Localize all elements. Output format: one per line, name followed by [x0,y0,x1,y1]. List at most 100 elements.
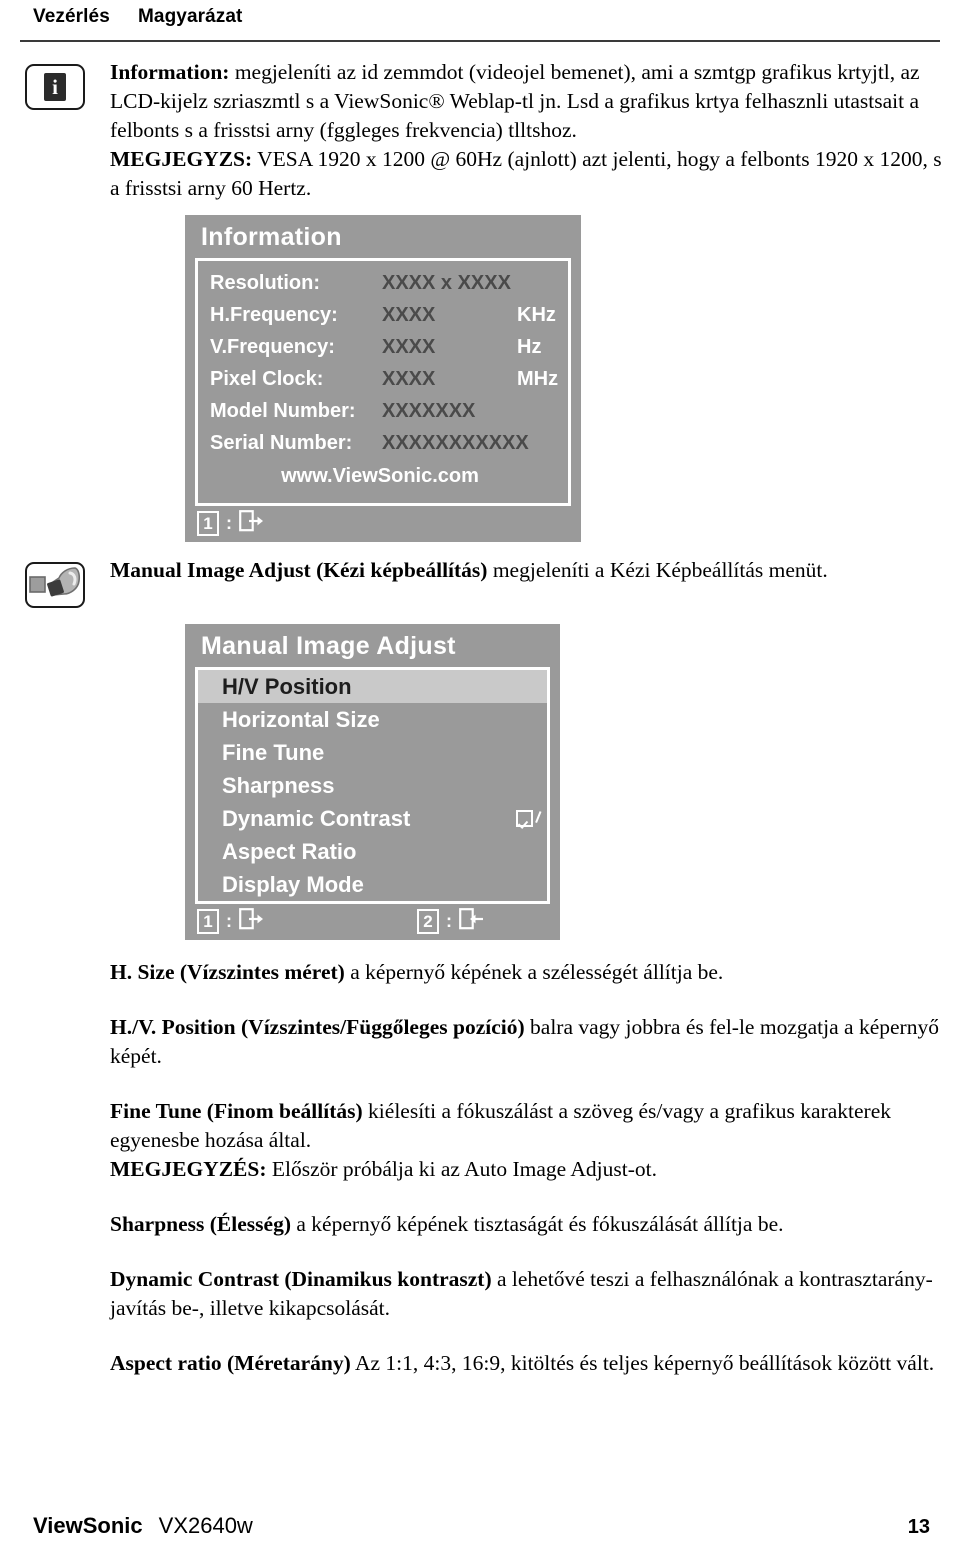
wrench-icon-art [28,565,82,605]
page-footer: ViewSonic VX2640w 13 [0,1513,960,1539]
osd-menu-item-sharpness[interactable]: Sharpness [198,769,547,802]
osd-info-value: XXXXXXX [382,400,476,422]
osd-info-unit: KHz [517,304,556,326]
paragraph-sharpness-body: a képernyő képének tisztaságát és fókusz… [290,1212,784,1236]
osd-info-value: XXXX [382,304,436,326]
exit-icon [239,907,265,935]
footer-page-number: 13 [907,1516,930,1538]
paragraph-manual-image-adjust-lead: Manual Image Adjust (Kézi képbeállítás) [110,558,488,582]
osd-information-frame: Resolution: XXXX x XXXX H.Frequency: XXX… [195,258,571,506]
osd-info-label: Serial Number: [210,432,353,454]
wrench-icon [25,562,85,608]
osd-menu-item-label: H/V Position [222,674,352,699]
osd-info-value: XXXX [382,368,436,390]
osd-menu-item-dynamic-contrast[interactable]: Dynamic Contrast [198,802,547,835]
text-cell-manual-image-adjust: Manual Image Adjust (Kézi képbeállítás) … [110,556,960,585]
paragraph-h-size-body: a képernyő képének a szélességét állítja… [344,960,724,984]
paragraph-aspect-ratio: Aspect ratio (Méretarány) Az 1:1, 4:3, 1… [110,1349,942,1378]
osd-information-rows: Resolution: XXXX x XXXX H.Frequency: XXX… [198,261,568,503]
osd-information-footer: 1 : [185,506,581,542]
paragraph-hv-position: H./V. Position (Vízszintes/Függőleges po… [110,1013,942,1071]
osd-info-row: Pixel Clock: XXXX MHz [198,363,568,395]
osd-hint-separator: : [226,512,232,533]
osd-menu-item-label: Aspect Ratio [222,839,357,864]
text-cell-information: Information: megjeleníti az id zemmdot (… [110,58,960,203]
osd-info-unit: MHz [517,368,559,390]
osd-menu-item-display-mode[interactable]: Display Mode [198,868,547,901]
paragraph-sharpness-lead: Sharpness (Élesség) [110,1212,291,1236]
osd-info-label: H.Frequency: [210,304,338,326]
information-icon: i [25,64,85,110]
osd-manual-image-adjust-title: Manual Image Adjust [201,632,456,660]
osd-menu-item-horizontal-size[interactable]: Horizontal Size [198,703,547,736]
paragraph-h-size: H. Size (Vízszintes méret) a képernyő ké… [110,958,942,987]
osd-info-label: Pixel Clock: [210,368,324,390]
paragraph-information-lead: Information: [110,60,230,84]
osd-menu-item-label: Sharpness [222,773,335,798]
paragraph-manual-image-adjust-body: megjeleníti a Kézi Képbeállítás menüt. [487,558,828,582]
paragraph-note-resolution: MEGJEGYZS: VESA 1920 x 1200 @ 60Hz (ajnl… [110,145,942,203]
osd-menu-item-label: Fine Tune [222,740,325,765]
osd-information-url: www.ViewSonic.com [281,465,479,487]
osd-menu-item-aspect-ratio[interactable]: Aspect Ratio [198,835,547,868]
osd-hint-back: 2 : [417,907,485,935]
paragraph-information-body: megjeleníti az id zemmdot (videojel beme… [110,60,920,142]
osd-menu-item-label: Display Mode [222,872,364,897]
osd-info-row: Serial Number: XXXXXXXXXXX [198,427,568,459]
paragraph-hv-position-lead: H./V. Position (Vízszintes/Függőleges po… [110,1015,525,1039]
osd-hint-key: 1 [197,510,219,536]
osd-menu-item-fine-tune[interactable]: Fine Tune [198,736,547,769]
page-header: Vezérlés Magyarázat [0,0,960,28]
osd-info-value: XXXX x XXXX [382,272,511,294]
paragraph-fine-tune-note-lead: MEGJEGYZÉS: [110,1157,267,1181]
osd-menu-rows: H/V Position Horizontal Size Fine Tune S… [198,670,547,901]
osd-info-value: XXXXXXXXXXX [382,432,529,454]
osd-hint-separator: : [226,910,232,931]
osd-menu-item-hv-position[interactable]: H/V Position [198,670,547,703]
footer-brand: ViewSonic [33,1513,143,1538]
paragraph-note-resolution-lead: MEGJEGYZS: [110,147,253,171]
osd-info-label: Resolution: [210,272,320,294]
text-cell-descriptions: H. Size (Vízszintes méret) a képernyő ké… [110,958,960,1378]
osd-hint-separator: : [446,910,452,931]
osd-info-row: V.Frequency: XXXX Hz [198,331,568,363]
checkbox-checked-icon[interactable] [516,810,533,827]
information-icon-letter: i [44,73,66,101]
section-descriptions: H. Size (Vízszintes méret) a képernyő ké… [0,958,960,1378]
paragraph-fine-tune-lead: Fine Tune (Finom beállítás) [110,1099,363,1123]
footer-model: VX2640w [158,1513,253,1538]
header-column-control: Vezérlés [33,6,110,27]
paragraph-aspect-ratio-body: Az 1:1, 4:3, 16:9, kitöltés és teljes ké… [350,1351,935,1375]
paragraph-manual-image-adjust: Manual Image Adjust (Kézi képbeállítás) … [110,556,942,585]
osd-hint-exit: 1 : [197,509,265,537]
paragraph-dynamic-contrast-lead: Dynamic Contrast (Dinamikus kontraszt) [110,1267,492,1291]
osd-info-unit: Hz [517,336,542,358]
paragraph-fine-tune-note: MEGJEGYZÉS: Először próbálja ki az Auto … [110,1155,942,1184]
header-divider [20,40,940,42]
osd-info-value: XXXX [382,336,436,358]
exit-icon [239,509,265,537]
osd-info-label: Model Number: [210,400,356,422]
header-column-explanation: Magyarázat [138,6,243,27]
osd-manual-image-adjust-footer: 1 : 2 : [185,904,560,940]
paragraph-dynamic-contrast: Dynamic Contrast (Dinamikus kontraszt) a… [110,1265,942,1323]
osd-menu-item-label: Dynamic Contrast [222,806,411,831]
osd-hint-exit: 1 : [197,907,265,935]
icon-cell-manual-image-adjust [0,556,110,608]
icon-cell-descriptions-spacer [0,958,110,964]
osd-menu-item-label: Horizontal Size [222,707,380,732]
osd-information-panel: Information Resolution: XXXX x XXXX H.Fr… [185,215,581,542]
osd-info-label: V.Frequency: [210,336,335,358]
paragraph-sharpness: Sharpness (Élesség) a képernyő képének t… [110,1210,942,1239]
osd-info-row: Resolution: XXXX x XXXX [198,267,568,299]
osd-hint-key: 1 [197,908,219,934]
osd-manual-image-adjust-panel: Manual Image Adjust H/V Position Horizon… [185,624,560,940]
back-icon [459,907,485,935]
paragraph-aspect-ratio-lead: Aspect ratio (Méretarány) [110,1351,351,1375]
section-manual-image-adjust: Manual Image Adjust (Kézi képbeállítás) … [0,556,960,608]
